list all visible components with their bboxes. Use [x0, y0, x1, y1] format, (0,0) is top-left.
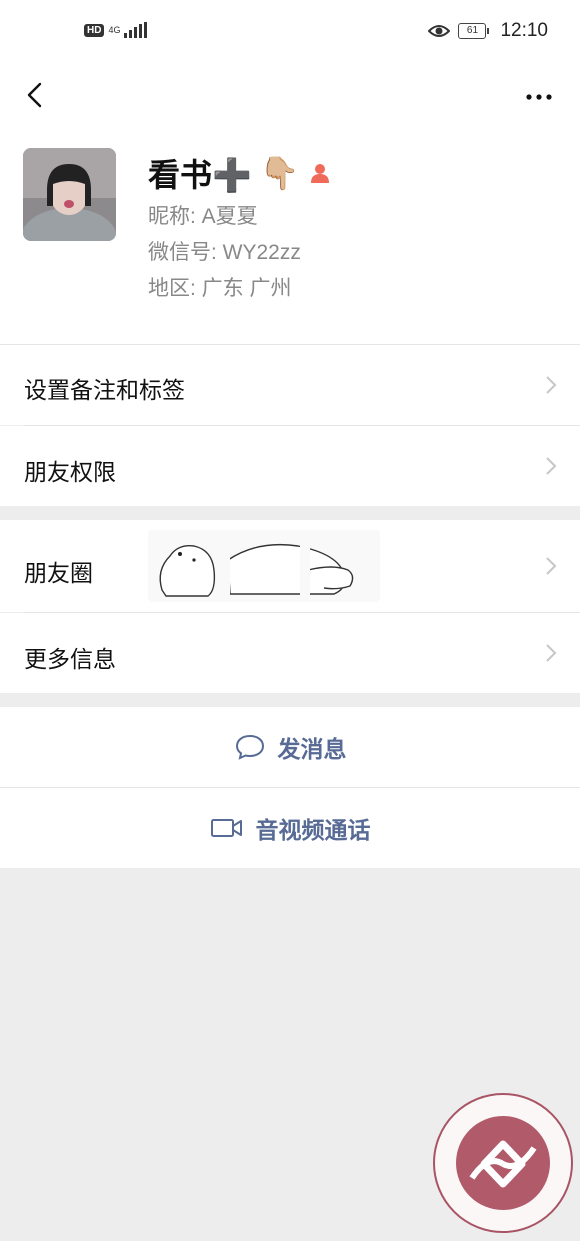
send-message-label: 发消息 [277, 736, 347, 762]
chevron-right-icon [546, 376, 557, 394]
status-bar: HD 4G 61 12:10 [0, 0, 580, 68]
video-call-button[interactable]: 音视频通话 [0, 788, 580, 868]
moments-row[interactable]: 朋友圈 [0, 520, 580, 612]
seal-logo [433, 1093, 573, 1233]
nav-bar [0, 68, 580, 124]
friend-permissions-label: 朋友权限 [24, 459, 116, 485]
watermark-seal [432, 1092, 574, 1234]
more-icon[interactable] [524, 82, 554, 112]
name-row: 看书➕ 👇🏼 [148, 150, 332, 196]
profile-header: 看书➕ 👇🏼 昵称: A夏夏 微信号: WY22zz 地区: 广东 广州 [0, 124, 580, 344]
avatar[interactable] [23, 148, 116, 241]
polar-bear-illustration [159, 536, 354, 598]
status-right: 61 12:10 [428, 20, 548, 42]
wechat-id: 微信号: WY22zz [148, 241, 301, 264]
remark-tags-row[interactable]: 设置备注和标签 [0, 345, 580, 425]
send-message-inner: 发消息 [0, 707, 580, 787]
video-camera-icon [210, 819, 242, 837]
signal-icon [124, 22, 148, 38]
region: 地区: 广东 广州 [148, 277, 292, 300]
hd-badge: HD [84, 23, 105, 37]
display-name: 看书➕ [148, 157, 252, 193]
chat-bubble-icon [235, 734, 264, 760]
back-icon[interactable] [22, 80, 52, 110]
avatar-photo [23, 148, 116, 241]
video-call-inner: 音视频通话 [0, 788, 580, 868]
nickname: 昵称: A夏夏 [148, 205, 258, 228]
moments-label: 朋友圈 [24, 560, 93, 586]
eye-comfort-icon [428, 25, 451, 37]
send-message-button[interactable]: 发消息 [0, 707, 580, 787]
status-left: HD 4G [84, 22, 148, 38]
remark-tags-label: 设置备注和标签 [24, 377, 185, 403]
more-info-label: 更多信息 [24, 646, 116, 672]
pointing-down-emoji: 👇🏼 [259, 155, 300, 191]
battery-icon: 61 [458, 23, 490, 39]
video-call-label: 音视频通话 [255, 817, 371, 843]
chevron-right-icon [546, 644, 557, 662]
female-gender-icon [310, 164, 329, 183]
network-label: 4G [108, 24, 121, 35]
more-info-row[interactable]: 更多信息 [0, 613, 580, 693]
chevron-right-icon [546, 557, 557, 575]
chevron-right-icon [546, 457, 557, 475]
friend-permissions-row[interactable]: 朋友权限 [0, 426, 580, 506]
moments-preview-image [148, 530, 380, 602]
network-type: 4G [108, 24, 121, 35]
clock: 12:10 [500, 20, 548, 41]
